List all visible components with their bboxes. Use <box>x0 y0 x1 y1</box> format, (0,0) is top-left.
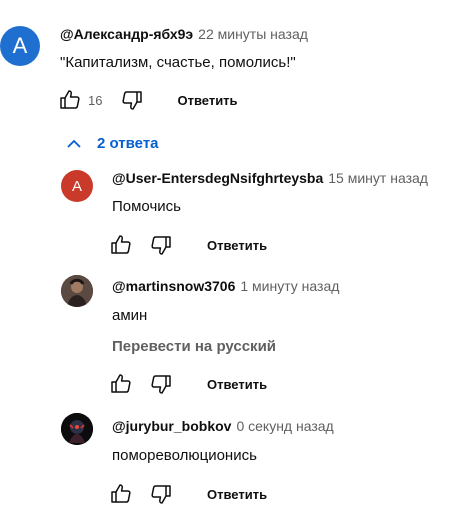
reply-text: Помочись <box>112 198 181 215</box>
reply-author[interactable]: @martinsnow3706 <box>112 278 235 294</box>
thumb-down-icon <box>151 236 171 255</box>
reply-time[interactable]: 1 минуту назад <box>240 278 339 294</box>
thumb-up-icon <box>111 484 131 503</box>
thumb-down-icon <box>122 91 143 110</box>
avatar-photo-icon <box>61 275 93 307</box>
avatar-letter: А <box>12 33 28 58</box>
like-button[interactable] <box>109 372 133 396</box>
reply-button[interactable]: Ответить <box>207 377 267 392</box>
dislike-button[interactable] <box>120 88 144 112</box>
dislike-button[interactable] <box>149 233 173 257</box>
reply-header: @User-EntersdegNsifghrteysba 15 минут наз… <box>112 170 428 186</box>
comment-author[interactable]: @Александр-ябх9э <box>60 26 193 42</box>
reply-author[interactable]: @User-EntersdegNsifghrteysba <box>112 170 323 186</box>
thumb-up-icon <box>111 235 131 254</box>
reply-actions: Ответить <box>109 482 267 506</box>
reply-author[interactable]: @jurybur_bobkov <box>112 418 231 434</box>
reply-text: помореволюционись <box>112 447 257 464</box>
thumb-up-icon <box>111 374 131 393</box>
avatar[interactable] <box>61 275 93 307</box>
reply-button[interactable]: Ответить <box>177 93 237 108</box>
comment-actions: 16 Ответить <box>58 88 238 112</box>
reply-button[interactable]: Ответить <box>207 238 267 253</box>
reply-time[interactable]: 15 минут назад <box>328 170 428 186</box>
avatar[interactable]: А <box>0 26 40 66</box>
reply-actions: Ответить <box>109 233 267 257</box>
chevron-up-icon <box>67 139 81 148</box>
reply-header: @jurybur_bobkov 0 секунд назад <box>112 418 334 434</box>
reply-button[interactable]: Ответить <box>207 487 267 502</box>
like-count: 16 <box>88 92 103 108</box>
comment-text: "Капитализм, счастье, помолись!" <box>60 54 296 71</box>
avatar[interactable]: A <box>61 170 93 202</box>
thumb-up-icon <box>60 90 80 109</box>
translate-button[interactable]: Перевести на русский <box>112 338 276 355</box>
like-button[interactable] <box>109 233 133 257</box>
reply-header: @martinsnow3706 1 минуту назад <box>112 278 339 294</box>
like-button[interactable] <box>58 88 82 112</box>
thumb-down-icon <box>151 485 171 504</box>
avatar[interactable] <box>61 413 93 445</box>
thumb-down-icon <box>151 375 171 394</box>
comment-time[interactable]: 22 минуты назад <box>198 26 308 42</box>
like-button[interactable] <box>109 482 133 506</box>
avatar-photo-icon <box>61 413 93 445</box>
replies-count: 2 ответа <box>97 135 159 152</box>
avatar-letter: A <box>71 177 82 195</box>
dislike-button[interactable] <box>149 482 173 506</box>
reply-actions: Ответить <box>109 372 267 396</box>
dislike-button[interactable] <box>149 372 173 396</box>
replies-toggle[interactable]: 2 ответа <box>66 135 159 152</box>
comment-header: @Александр-ябх9э 22 минуты назад <box>60 26 308 42</box>
reply-time[interactable]: 0 секунд назад <box>236 418 333 434</box>
reply-text: амин <box>112 307 148 324</box>
